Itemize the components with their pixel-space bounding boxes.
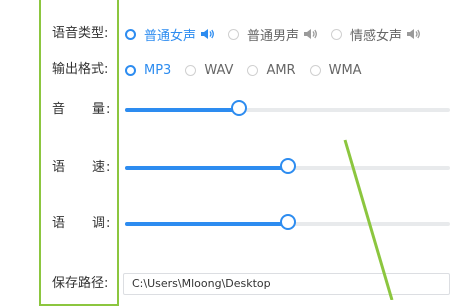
voice-option-label: 普通女声 (144, 28, 197, 44)
speed-slider-fill (125, 166, 288, 170)
speed-label: 语 速 : (52, 160, 111, 175)
pitch-row: 语 调 : (0, 212, 450, 236)
format-option-label: AMR (266, 62, 296, 78)
volume-label: 音 量 : (52, 102, 111, 117)
voice-option-label: 情感女声 (350, 28, 403, 44)
speaker-icon[interactable] (406, 28, 420, 40)
format-option-label: MP3 (144, 62, 172, 78)
speed-slider[interactable] (125, 158, 450, 174)
radio-checked-icon[interactable] (125, 64, 136, 76)
voice-option-emotional-female[interactable]: 情感女声 (331, 25, 420, 44)
format-option-wav[interactable]: WAV (185, 63, 233, 78)
voice-type-radio-group: 普通女声 普通男声 情感女声 (125, 22, 434, 46)
format-option-amr[interactable]: AMR (247, 62, 296, 78)
voice-option-label: 普通男声 (247, 28, 300, 44)
output-format-label: 输出格式: (52, 62, 109, 77)
radio-unchecked-icon[interactable] (185, 64, 197, 76)
volume-slider-handle[interactable] (230, 100, 247, 116)
radio-unchecked-icon[interactable] (228, 28, 240, 40)
voice-option-male[interactable]: 普通男声 (228, 25, 317, 44)
radio-checked-icon[interactable] (125, 28, 136, 40)
voice-type-row: 语音类型: 普通女声 普通男声 情感女声 (0, 22, 450, 46)
pitch-slider[interactable] (125, 214, 450, 230)
save-path-input[interactable]: C:\Users\Mloong\Desktop (123, 273, 450, 295)
voice-option-female[interactable]: 普通女声 (125, 25, 214, 44)
format-option-wma[interactable]: WMA (309, 62, 362, 78)
output-format-row: 输出格式: MP3 WAV AMR WMA (0, 58, 450, 82)
speed-slider-handle[interactable] (279, 158, 296, 174)
radio-unchecked-icon[interactable] (331, 28, 343, 40)
speed-row: 语 速 : (0, 156, 450, 180)
save-path-label: 保存路径: (52, 276, 109, 291)
output-format-radio-group: MP3 WAV AMR WMA (125, 58, 376, 82)
format-option-mp3[interactable]: MP3 (125, 63, 171, 78)
volume-row: 音 量 : (0, 98, 450, 122)
pitch-label: 语 调 : (52, 216, 111, 231)
radio-unchecked-icon[interactable] (247, 64, 259, 76)
pitch-slider-handle[interactable] (279, 214, 296, 230)
format-option-label: WMA (328, 62, 362, 78)
pitch-slider-fill (125, 222, 288, 226)
radio-unchecked-icon[interactable] (309, 64, 321, 76)
volume-slider[interactable] (125, 100, 450, 116)
speaker-icon[interactable] (200, 28, 214, 40)
format-option-label: WAV (204, 62, 234, 78)
speaker-icon[interactable] (303, 28, 317, 40)
voice-type-label: 语音类型: (52, 26, 109, 41)
volume-slider-fill (125, 108, 239, 112)
